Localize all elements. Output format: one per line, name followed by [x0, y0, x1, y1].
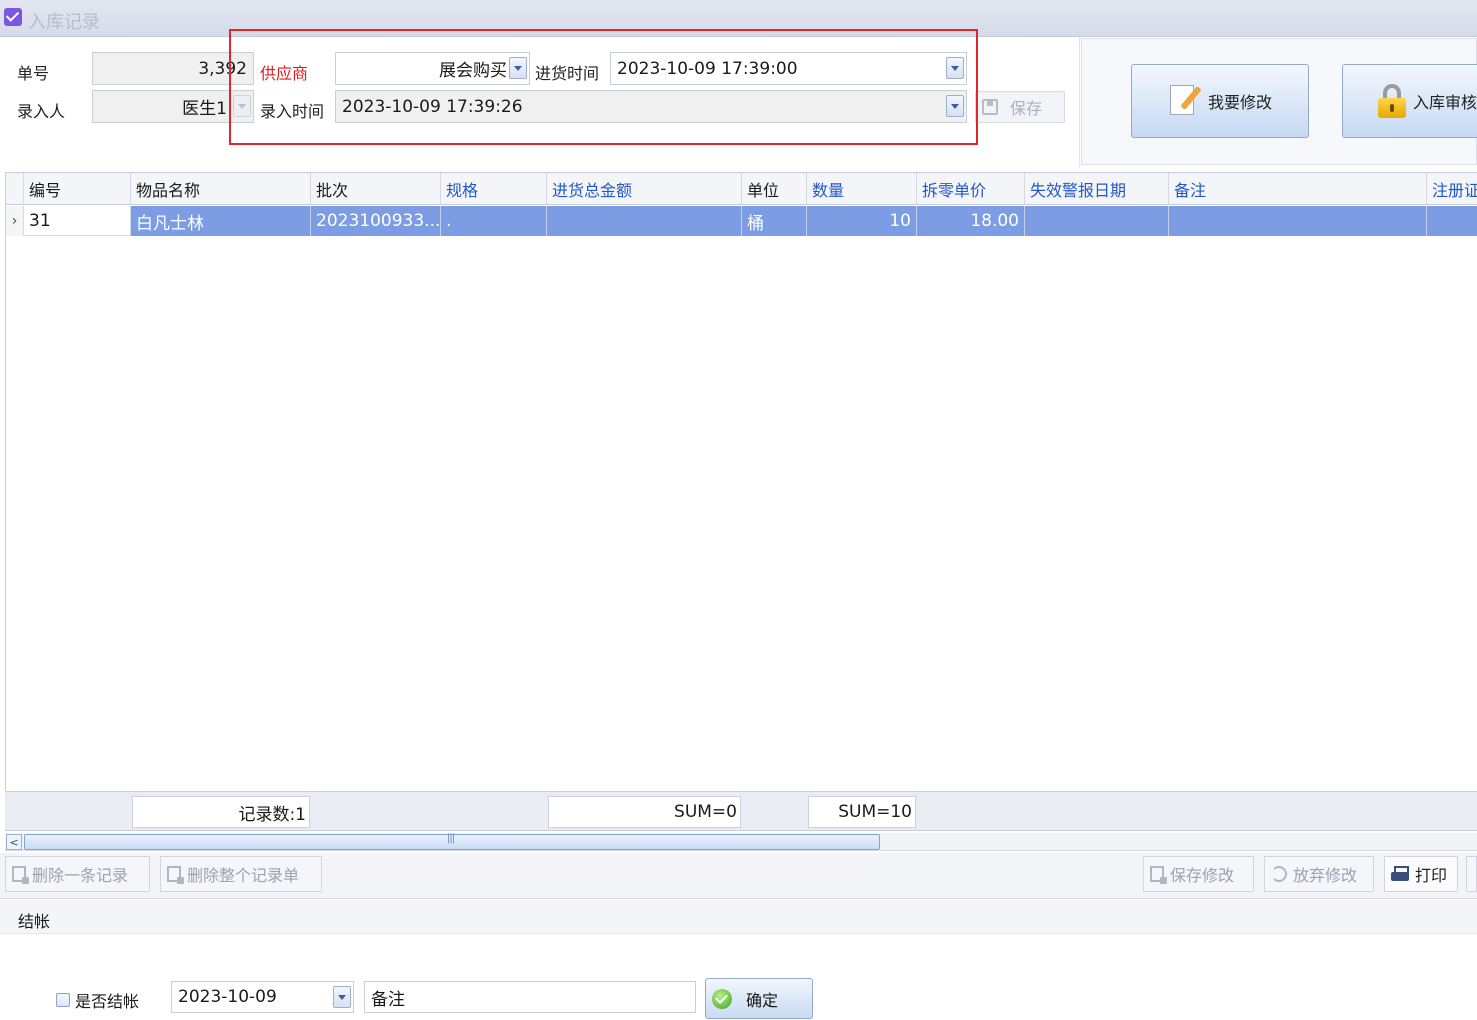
row-indicator-header: [6, 173, 24, 205]
order-no-value: 3,392: [198, 58, 247, 79]
save-button[interactable]: 保存: [975, 91, 1065, 123]
delete-record-icon: [12, 866, 29, 884]
delete-one-button[interactable]: 删除一条记录: [5, 856, 150, 892]
cell-remark[interactable]: [1169, 206, 1427, 236]
settle-remark-input[interactable]: 备注: [364, 981, 696, 1013]
discard-changes-label: 放弃修改: [1293, 866, 1358, 885]
more-button[interactable]: [1466, 856, 1477, 892]
settle-checkbox[interactable]: 是否结帐: [56, 988, 139, 1012]
sum-quantity: SUM=10: [808, 796, 916, 828]
delete-one-label: 删除一条记录: [32, 866, 129, 885]
supplier-select[interactable]: 展会购买: [335, 52, 530, 85]
cell-expiry-alert[interactable]: [1025, 206, 1169, 236]
col-header-unit-price[interactable]: 拆零单价: [917, 173, 1025, 205]
purchase-time-label: 进货时间: [535, 64, 600, 83]
order-no-field: 3,392: [92, 52, 254, 85]
purchase-time-dropdown-icon[interactable]: [946, 57, 964, 79]
edit-pencil-icon: [1168, 83, 1202, 119]
col-header-quantity[interactable]: 数量: [807, 173, 917, 205]
audit-button[interactable]: 入库审核: [1342, 64, 1477, 138]
action-panel: 我要修改 入库审核: [1081, 38, 1477, 165]
cell-name[interactable]: 白凡士林: [131, 206, 311, 236]
purchase-time-picker[interactable]: 2023-10-09 17:39:00: [610, 52, 967, 85]
supplier-dropdown-icon[interactable]: [509, 57, 527, 79]
save-changes-button[interactable]: 保存修改: [1143, 856, 1254, 892]
purchase-time-value: 2023-10-09 17:39:00: [617, 58, 798, 79]
table-row[interactable]: › 31 白凡士林 2023100933... . 桶 10 18.00: [6, 206, 1477, 236]
delete-all-label: 删除整个记录单: [187, 866, 300, 885]
record-count: 记录数:1: [132, 796, 310, 828]
window-title: 入库记录: [28, 12, 100, 33]
grid-footer: 记录数:1 SUM=0 SUM=10: [5, 791, 1477, 831]
row-pointer-icon: ›: [6, 206, 24, 236]
audit-button-label: 入库审核: [1413, 93, 1477, 112]
window-checkbox-icon[interactable]: [4, 8, 22, 26]
save-button-label: 保存: [1010, 99, 1043, 118]
sum-amount: SUM=0: [548, 796, 741, 828]
order-no-label: 单号: [17, 64, 50, 83]
entry-time-label: 录入时间: [260, 102, 325, 121]
col-header-registration[interactable]: 注册证: [1427, 173, 1477, 205]
entered-by-select: 医生1: [92, 90, 254, 123]
inventory-grid: 编号 物品名称 批次 规格 进货总金额 单位 数量 拆零单价 失效警报日期 备注…: [5, 172, 1477, 792]
settle-date-picker[interactable]: 2023-10-09: [171, 981, 354, 1013]
col-header-unit[interactable]: 单位: [742, 173, 807, 205]
col-header-name[interactable]: 物品名称: [131, 173, 311, 205]
settle-remark-value: 备注: [371, 989, 405, 1010]
scroll-left-arrow-icon[interactable]: <: [6, 834, 22, 850]
supplier-label: 供应商: [260, 64, 309, 83]
col-header-remark[interactable]: 备注: [1169, 173, 1427, 205]
delete-all-button[interactable]: 删除整个记录单: [160, 856, 322, 892]
cell-id[interactable]: 31: [24, 206, 131, 236]
cell-quantity[interactable]: 10: [807, 206, 917, 236]
horizontal-scrollbar[interactable]: <: [5, 833, 1477, 851]
col-header-total-amount[interactable]: 进货总金额: [547, 173, 742, 205]
entered-by-dropdown-icon: [233, 95, 251, 117]
entry-time-value: 2023-10-09 17:39:26: [342, 96, 523, 117]
lock-icon: [1377, 83, 1407, 119]
supplier-value: 展会购买: [439, 61, 507, 81]
cell-unit[interactable]: 桶: [742, 206, 807, 236]
settle-date-dropdown-icon[interactable]: [333, 986, 351, 1008]
col-header-id[interactable]: 编号: [24, 173, 131, 205]
print-button[interactable]: 打印: [1384, 856, 1458, 892]
cell-registration[interactable]: [1427, 206, 1477, 236]
grid-header: 编号 物品名称 批次 规格 进货总金额 单位 数量 拆零单价 失效警报日期 备注…: [6, 173, 1477, 205]
bottom-toolbar: 删除一条记录 删除整个记录单 保存修改 放弃修改 打印: [0, 853, 1477, 899]
cell-total-amount[interactable]: [547, 206, 742, 236]
settle-section: 结帐 是否结帐 2023-10-09 备注 确定: [0, 900, 1477, 1020]
modify-button[interactable]: 我要修改: [1131, 64, 1309, 138]
confirm-button-label: 确定: [746, 990, 779, 1010]
cell-unit-price[interactable]: 18.00: [917, 206, 1025, 236]
settle-header: 结帐: [0, 900, 1477, 934]
save-changes-icon: [1150, 866, 1167, 884]
settle-checkbox-label: 是否结帐: [75, 992, 140, 1011]
undo-icon: [1271, 866, 1287, 882]
cell-batch[interactable]: 2023100933...: [311, 206, 441, 236]
window-titlebar: 入库记录: [0, 0, 1477, 37]
entered-by-label: 录入人: [17, 102, 66, 121]
check-circle-icon: [712, 988, 732, 1009]
entry-time-picker: 2023-10-09 17:39:26: [335, 90, 967, 123]
save-disk-icon: [982, 99, 998, 115]
modify-button-label: 我要修改: [1207, 93, 1272, 112]
save-changes-label: 保存修改: [1170, 866, 1235, 885]
entered-by-value: 医生1: [182, 99, 227, 119]
print-label: 打印: [1415, 866, 1448, 885]
confirm-button[interactable]: 确定: [705, 978, 813, 1019]
delete-sheet-icon: [167, 866, 184, 884]
printer-icon: [1391, 866, 1409, 882]
col-header-spec[interactable]: 规格: [441, 173, 547, 205]
col-header-expiry-alert[interactable]: 失效警报日期: [1025, 173, 1169, 205]
settle-title: 结帐: [18, 912, 51, 931]
col-header-batch[interactable]: 批次: [311, 173, 441, 205]
discard-changes-button[interactable]: 放弃修改: [1264, 856, 1374, 892]
entry-time-dropdown-icon[interactable]: [946, 95, 964, 117]
settle-checkbox-box[interactable]: [56, 993, 70, 1007]
scroll-thumb[interactable]: [24, 833, 880, 850]
cell-spec[interactable]: .: [441, 206, 547, 236]
settle-date-value: 2023-10-09: [178, 987, 277, 1007]
